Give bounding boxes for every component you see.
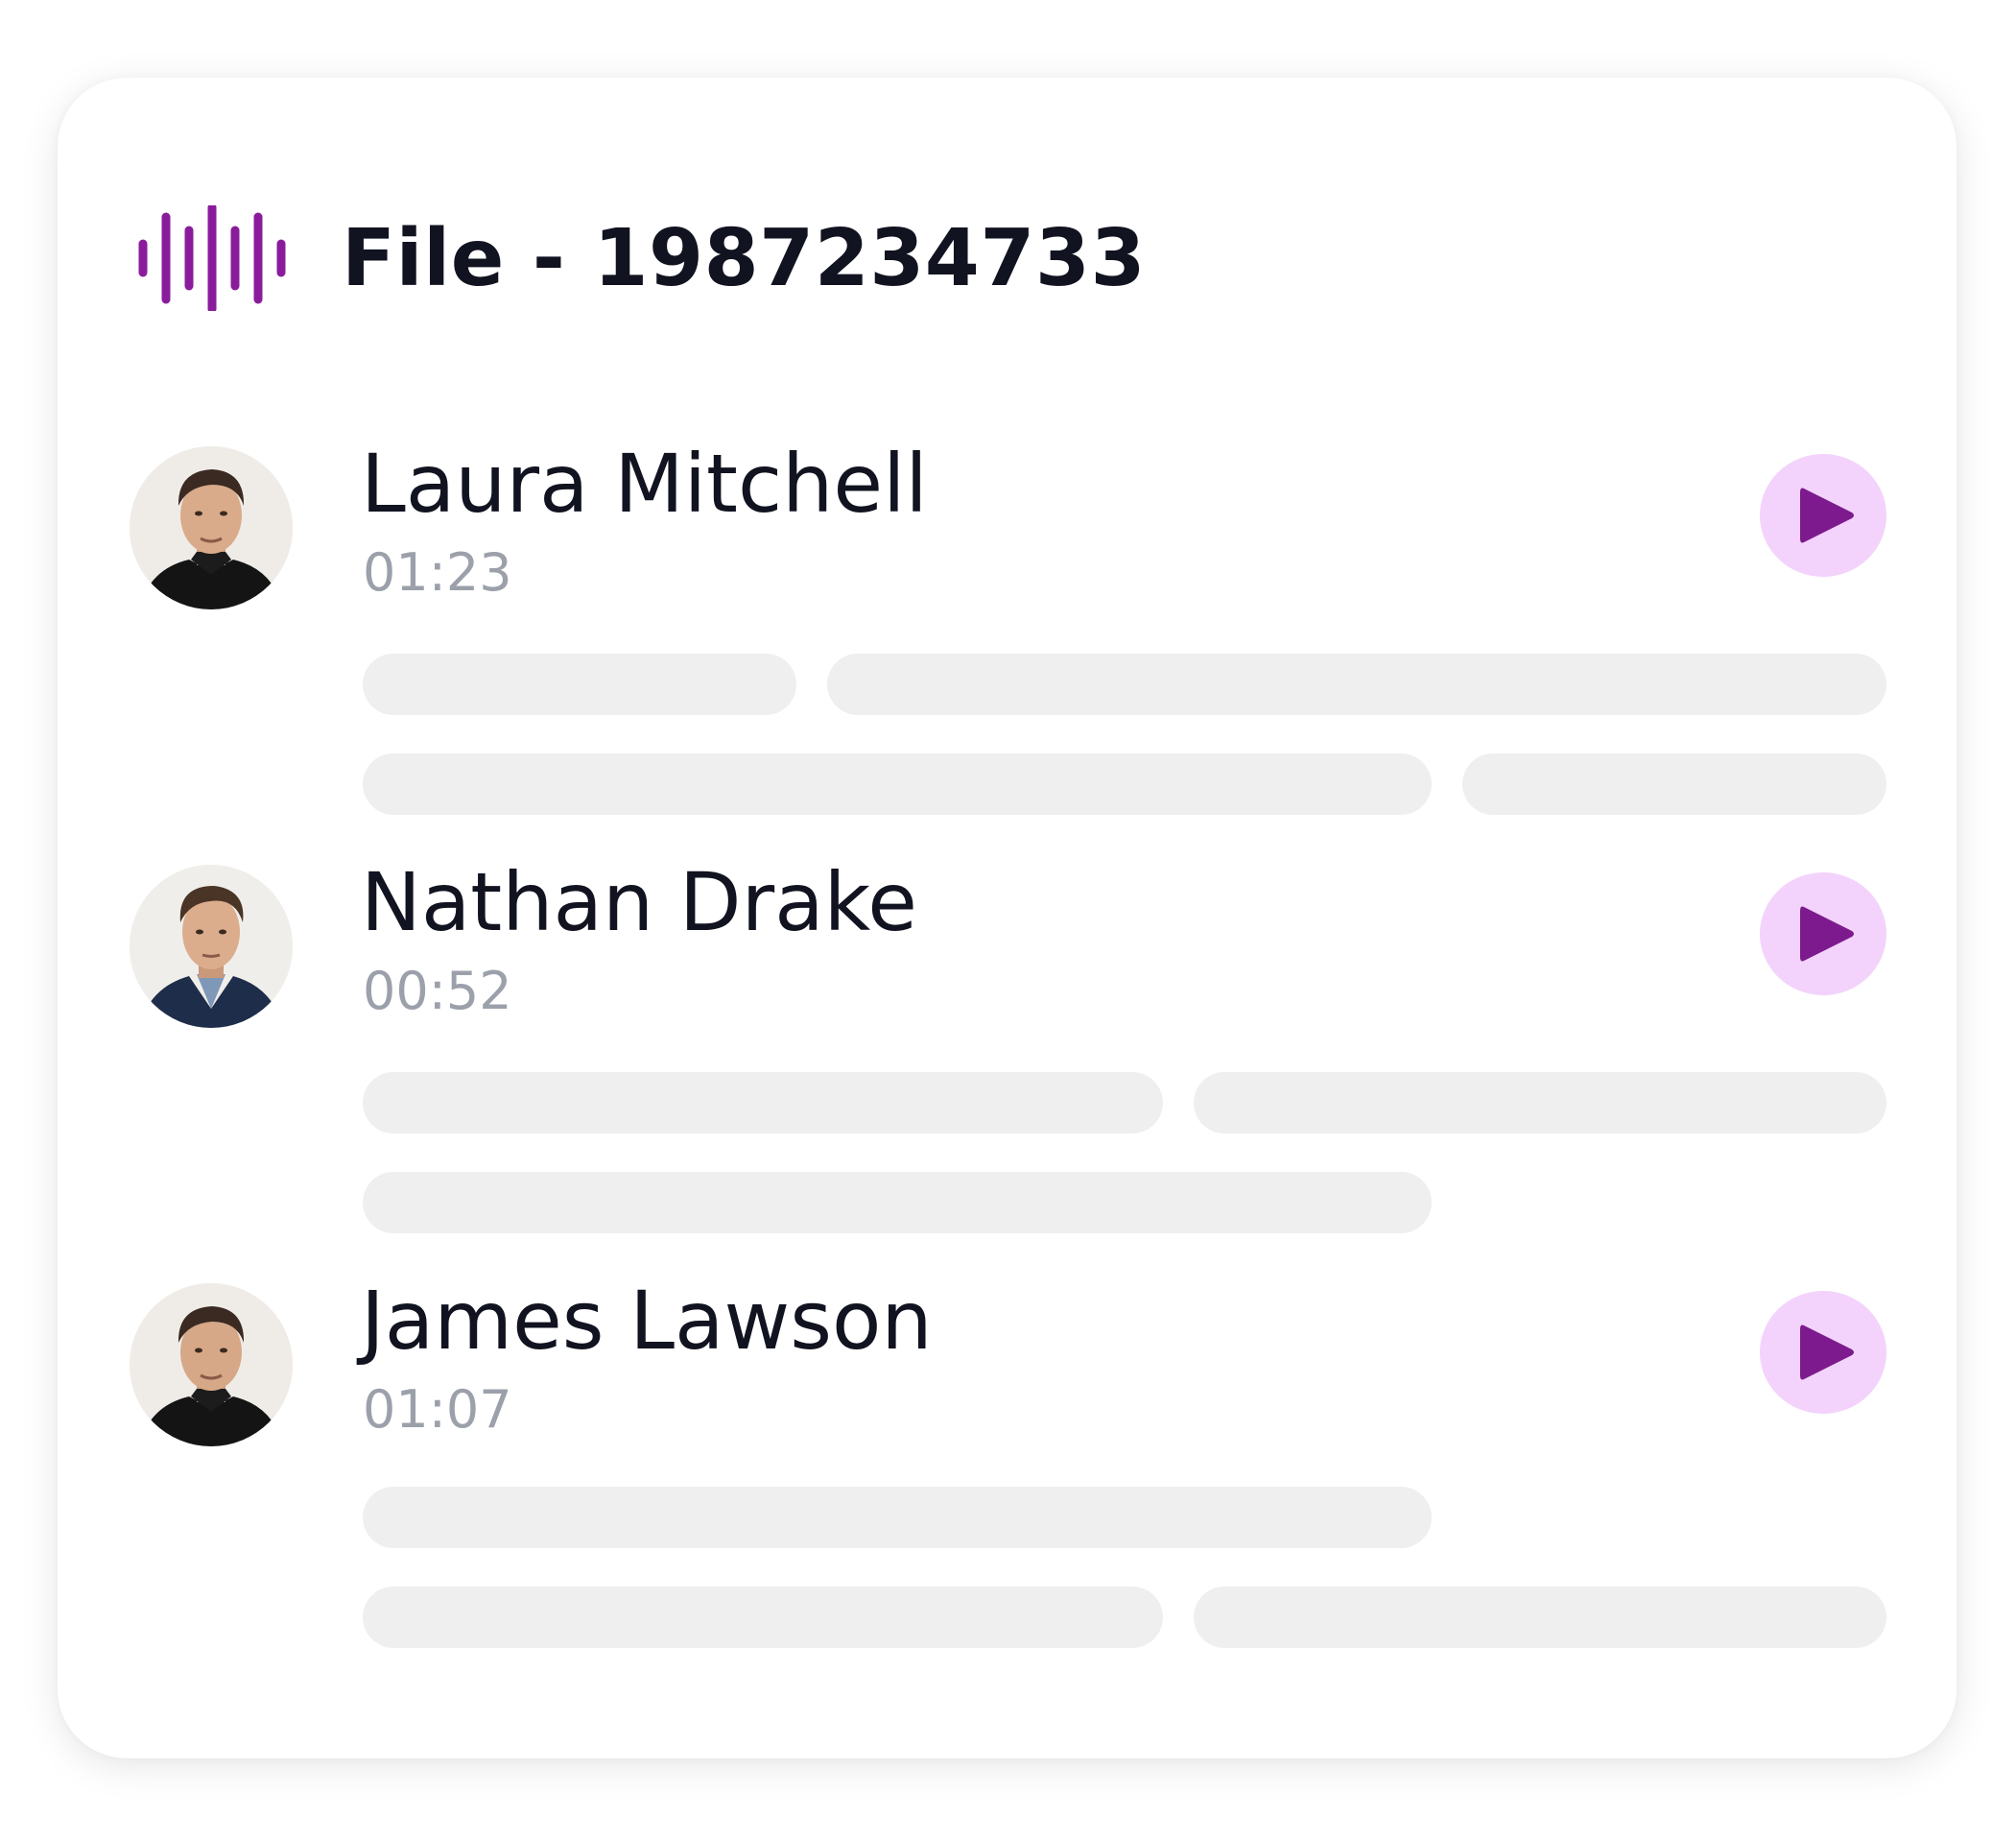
text-placeholder	[827, 654, 1886, 715]
text-placeholder	[363, 1072, 1163, 1133]
contact-name: Laura Mitchell	[361, 437, 928, 531]
call-duration: 01:23	[363, 542, 512, 603]
text-placeholder	[1462, 753, 1886, 815]
file-title: File - 1987234733	[342, 212, 1147, 304]
text-placeholder	[1194, 1586, 1886, 1648]
avatar	[130, 865, 293, 1028]
call-duration: 00:52	[363, 961, 512, 1021]
contact-name: Nathan Drake	[361, 855, 917, 949]
transcript-card: File - 1987234733 Laura Mitchell 01:23 N…	[58, 78, 1957, 1758]
play-button[interactable]	[1760, 872, 1886, 995]
file-header: File - 1987234733	[138, 191, 1146, 325]
text-placeholder	[363, 654, 796, 715]
contact-name: James Lawson	[361, 1274, 933, 1368]
call-duration: 01:07	[363, 1379, 512, 1440]
play-button[interactable]	[1760, 1291, 1886, 1414]
avatar	[130, 1283, 293, 1446]
play-icon	[1800, 488, 1854, 543]
play-icon	[1800, 906, 1854, 962]
play-icon	[1800, 1324, 1854, 1380]
play-button[interactable]	[1760, 454, 1886, 577]
avatar	[130, 446, 293, 609]
text-placeholder	[1194, 1072, 1886, 1133]
text-placeholder	[363, 753, 1432, 815]
waveform-icon	[138, 205, 286, 311]
text-placeholder	[363, 1586, 1163, 1648]
text-placeholder	[363, 1487, 1432, 1548]
text-placeholder	[363, 1172, 1432, 1233]
